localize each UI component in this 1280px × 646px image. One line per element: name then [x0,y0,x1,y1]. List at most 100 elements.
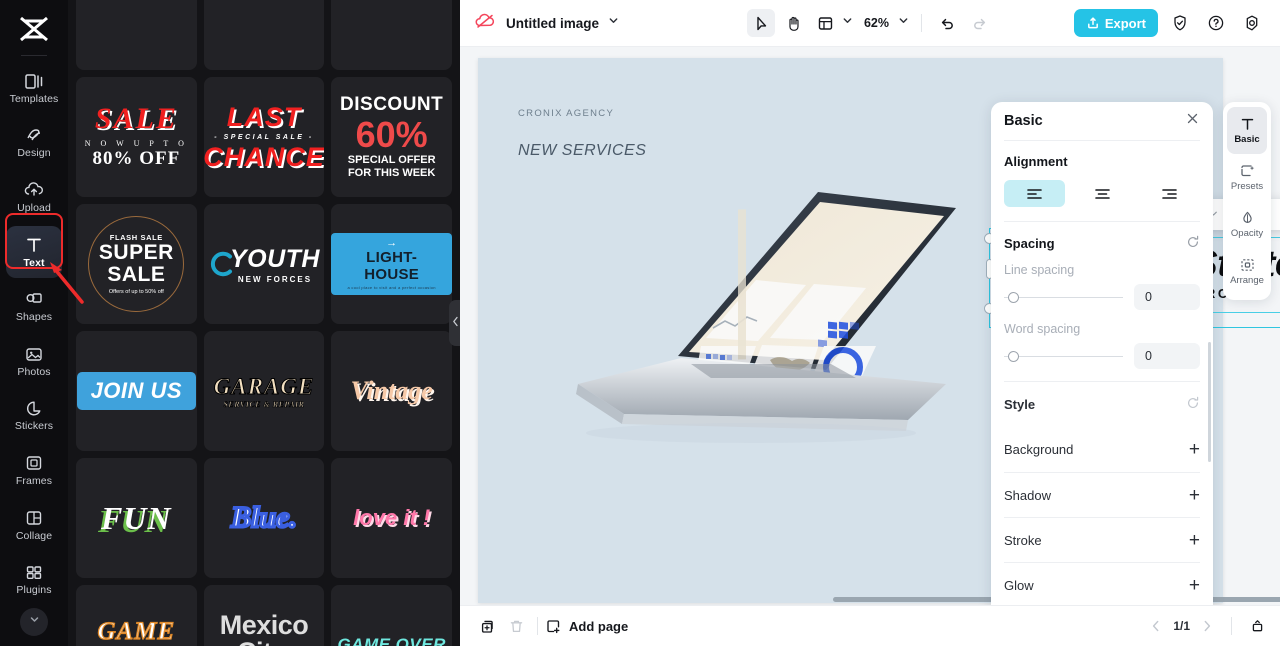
template-card[interactable] [331,0,452,70]
template-card-blue[interactable]: Blue. [203,458,325,578]
close-panel-button[interactable] [1185,111,1200,131]
template-card-youth[interactable]: YOUTH NEW FORCES [203,204,325,324]
sidebar-item-frames[interactable]: Frames [6,444,62,497]
layout-chevron-down-icon[interactable] [841,14,854,32]
redo-button[interactable] [965,9,993,37]
template-card-garage[interactable]: GARAGE SERVICE & REPAIR [203,331,325,451]
line-spacing-value[interactable]: 0 [1134,284,1200,310]
word-spacing-slider[interactable] [1004,350,1123,363]
tab-presets[interactable]: Presets [1227,154,1267,201]
line-spacing-slider[interactable] [1004,291,1123,304]
delete-page-button[interactable] [502,612,530,640]
slider-knob[interactable] [1008,292,1019,303]
align-left-button[interactable] [1004,180,1065,207]
template-card-last-chance[interactable]: LAST - SPECIAL SALE - CHANCE [203,77,325,197]
word-spacing-row: 0 [1004,343,1200,369]
expand-rail-button[interactable] [20,608,48,637]
plus-icon[interactable]: + [1189,440,1200,459]
sidebar-item-upload[interactable]: Upload [6,171,62,224]
laptop-illustration[interactable] [556,188,976,518]
style-row-stroke[interactable]: Stroke + [1004,517,1200,562]
template-card[interactable] [203,0,325,70]
template-card-vintage[interactable]: Vintage [331,331,452,451]
settings-button[interactable] [1238,9,1266,37]
reset-icon [1188,396,1199,408]
hand-tool-button[interactable] [779,9,807,37]
template-card-game-on[interactable]: GAME ON [76,585,197,646]
select-tool-button[interactable] [746,9,775,37]
top-toolbar: Untitled image 62% Export [460,0,1280,47]
template-card-super-sale[interactable]: FLASH SALE SUPER SALE Offers of up to 50… [76,204,197,324]
zoom-level-value[interactable]: 62% [864,16,889,30]
template-line-1: GAME [97,617,176,645]
style-label: Style [1004,397,1036,412]
prev-page-button[interactable] [1149,619,1163,633]
slider-knob[interactable] [1008,351,1019,362]
template-card-discount-60[interactable]: DISCOUNT 60% SPECIAL OFFER FOR THIS WEEK [331,77,452,197]
panel-header: Basic [991,102,1213,140]
sidebar-item-shapes[interactable]: Shapes [6,280,62,333]
chevron-left-icon [1153,620,1159,632]
text-template-gallery[interactable]: SALE N O W U P T O 80% OFF LAST - SPECIA… [68,0,460,646]
presets-icon [1240,165,1254,177]
plus-icon[interactable]: + [1189,576,1200,595]
help-button[interactable] [1202,9,1230,37]
sidebar-item-collage[interactable]: Collage [6,499,62,552]
capcut-logo-icon[interactable] [11,10,57,49]
sidebar-item-design[interactable]: Design [6,117,62,170]
panel-scrollbar[interactable] [1208,342,1211,462]
shield-check-icon [1174,15,1186,31]
sidebar-item-templates[interactable]: Templates [6,62,62,115]
sidebar-item-text[interactable]: Text [6,225,62,279]
style-row-shadow[interactable]: Shadow + [1004,472,1200,517]
layout-tool-button[interactable] [811,9,839,37]
collapse-panel-handle[interactable] [449,300,460,346]
sidebar-item-stickers[interactable]: Stickers [6,390,62,443]
style-row-label: Glow [1004,577,1034,593]
tab-basic[interactable]: Basic [1227,107,1267,154]
zoom-chevron-down-icon[interactable] [897,14,910,32]
template-card-light-house[interactable]: → LIGHT-HOUSE a cool place to visit and … [331,204,452,324]
style-row-glow[interactable]: Glow + [1004,562,1200,605]
duplicate-page-button[interactable] [474,612,502,640]
style-row-background[interactable]: Background + [1004,427,1200,472]
align-right-button[interactable] [1139,180,1200,207]
shield-check-button[interactable] [1166,9,1194,37]
word-spacing-label: Word spacing [1004,322,1081,336]
template-card[interactable] [76,0,197,70]
spacing-reset-button[interactable] [1186,235,1200,252]
align-center-button[interactable] [1072,180,1133,207]
template-card-mexico-city[interactable]: Mexico City. one of the world's most bea… [203,585,325,646]
tab-opacity[interactable]: Opacity [1227,201,1267,248]
chevron-right-icon [1204,620,1211,632]
cloud-brand-icon[interactable] [474,12,496,35]
template-card-love-it[interactable]: love it ! [331,458,452,578]
pages-panel-button[interactable] [1249,618,1266,635]
document-title[interactable]: Untitled image [506,16,599,31]
panel-divider [1004,221,1200,222]
add-page-button[interactable]: Add page [545,618,628,635]
word-spacing-value[interactable]: 0 [1134,343,1200,369]
title-dropdown-chevron-down-icon[interactable] [607,14,620,32]
undo-button[interactable] [933,9,961,37]
export-button[interactable]: Export [1073,9,1158,37]
next-page-button[interactable] [1200,619,1214,633]
properties-panel[interactable]: Basic Alignment Spacing Line spacing 0 W… [991,102,1213,605]
sidebar-item-photos[interactable]: Photos [6,335,62,388]
plus-icon[interactable]: + [1189,531,1200,550]
template-line-4: Offers of up to 50% off [108,288,164,295]
template-card-fun[interactable]: FUN [76,458,197,578]
style-reset-button[interactable] [1186,396,1200,413]
style-row-label: Shadow [1004,487,1051,503]
sidebar-item-plugins[interactable]: Plugins [6,553,62,606]
plus-icon[interactable]: + [1189,486,1200,505]
upload-box-icon [1087,17,1098,29]
template-card-join-us[interactable]: JOIN US [76,331,197,451]
tab-arrange[interactable]: Arrange [1227,248,1267,295]
toolbar-divider [921,14,923,32]
template-card-game-over[interactable]: GAME OVER [331,585,452,646]
canvas-viewport[interactable]: CRONIX AGENCY CREATIVE WORK NEW SERVICES [460,47,1280,605]
tab-label: Presets [1230,181,1264,192]
template-card-sale-80-off[interactable]: SALE N O W U P T O 80% OFF [76,77,197,197]
tab-label: Basic [1234,134,1260,145]
